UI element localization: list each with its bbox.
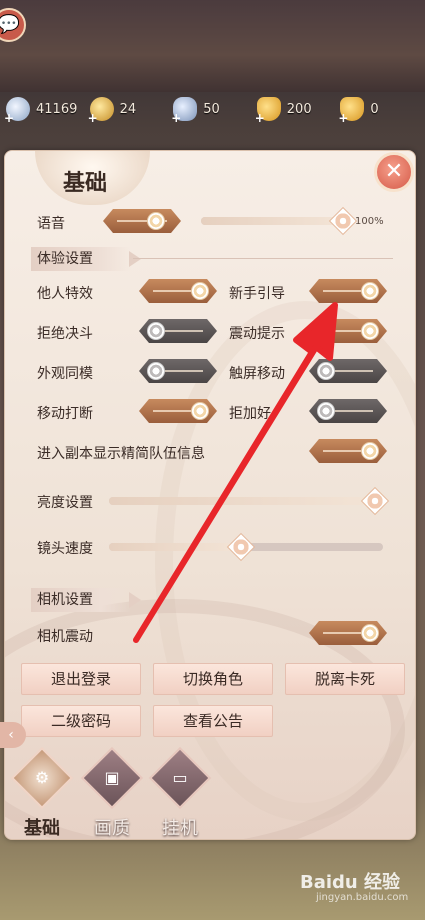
brightness-slider[interactable]: [109, 486, 389, 516]
currency-gold[interactable]: 24: [88, 96, 170, 125]
currency-bar: 41169 24 50 200 0: [4, 96, 420, 125]
monitor-icon: ▭: [172, 768, 188, 787]
settings-panel: 基础 语音 100% 体验设置 他人特效 新手引导 拒绝决斗 震动提示 外观同模…: [4, 150, 416, 840]
tab-graphics[interactable]: ▣ 画质: [80, 746, 144, 840]
sound-label: 语音: [37, 216, 65, 232]
camera-speed-slider[interactable]: [109, 532, 383, 562]
currency-gold-ingot-small[interactable]: 0: [338, 96, 420, 125]
option-label: 新手引导: [229, 286, 285, 302]
gear-icon: ⚙: [34, 768, 50, 787]
toggle-touch-move[interactable]: [309, 359, 387, 383]
toggle-vibration-hint[interactable]: [309, 319, 387, 343]
toggle-move-interrupt[interactable]: [139, 399, 217, 423]
tab-label: 画质: [94, 818, 130, 839]
watermark-logo: Baidu 经验: [300, 872, 401, 893]
toggle-others-effects[interactable]: [139, 279, 217, 303]
bottom-tab-bar: ⚙ 基础 ▣ 画质 ▭ 挂机: [0, 740, 230, 840]
currency-value: 50: [203, 101, 220, 117]
currency-silver-ingot[interactable]: 50: [171, 96, 253, 125]
brightness-label: 亮度设置: [37, 495, 93, 511]
currency-value: 200: [286, 101, 312, 117]
option-label: 进入副本显示精简队伍信息: [37, 446, 205, 462]
option-label: 他人特效: [37, 286, 93, 302]
section-divider: [133, 258, 393, 259]
close-button[interactable]: ✕: [374, 152, 414, 192]
sound-toggle[interactable]: [103, 209, 181, 233]
currency-value: 41169: [36, 101, 78, 117]
announcement-button[interactable]: 查看公告: [153, 705, 273, 737]
logout-button[interactable]: 退出登录: [21, 663, 141, 695]
gold-ingot-icon: [255, 97, 281, 125]
volume-percent: 100%: [355, 216, 384, 227]
watermark-url: jingyan.baidu.com: [316, 892, 409, 903]
gold-coin-icon: [88, 97, 114, 125]
option-label: 触屏移动: [229, 366, 285, 382]
option-label: 拒绝决斗: [37, 326, 93, 342]
silver-coin-icon: [4, 97, 30, 125]
panel-title: 基础: [63, 171, 108, 196]
gold-ingot-small-icon: [338, 97, 365, 125]
option-label: 震动提示: [229, 326, 285, 342]
tab-label: 基础: [24, 818, 60, 839]
camera-speed-label: 镜头速度: [37, 541, 93, 557]
tab-label: 挂机: [162, 818, 198, 839]
unstuck-button[interactable]: 脱离卡死: [285, 663, 405, 695]
option-label: 移动打断: [37, 406, 93, 422]
volume-slider-thumb[interactable]: [328, 206, 358, 236]
experience-section-header: 体验设置: [31, 247, 141, 271]
switch-role-button[interactable]: 切换角色: [153, 663, 273, 695]
toggle-camera-shake[interactable]: [309, 621, 387, 645]
toggle-refuse-duel[interactable]: [139, 319, 217, 343]
currency-value: 0: [370, 101, 379, 117]
volume-slider[interactable]: [201, 206, 358, 236]
second-password-button[interactable]: 二级密码: [21, 705, 141, 737]
tab-idle[interactable]: ▭ 挂机: [148, 746, 212, 840]
currency-value: 24: [119, 101, 137, 117]
toggle-compact-team-info[interactable]: [309, 439, 387, 463]
option-label: 拒加好: [229, 406, 271, 422]
toggle-same-appearance[interactable]: [139, 359, 217, 383]
toggle-refuse-friend[interactable]: [309, 399, 387, 423]
silver-ingot-icon: [171, 97, 198, 125]
currency-silver[interactable]: 41169: [4, 96, 86, 125]
camera-shake-label: 相机震动: [37, 629, 93, 645]
top-bar: [0, 0, 425, 92]
tab-basic[interactable]: ⚙ 基础: [10, 746, 74, 840]
toggle-newbie-guide[interactable]: [309, 279, 387, 303]
picture-icon: ▣: [104, 768, 120, 787]
camera-section-header: 相机设置: [31, 588, 141, 612]
close-icon: ✕: [384, 159, 404, 184]
currency-gold-ingot[interactable]: 200: [255, 96, 337, 125]
option-label: 外观同模: [37, 366, 93, 382]
